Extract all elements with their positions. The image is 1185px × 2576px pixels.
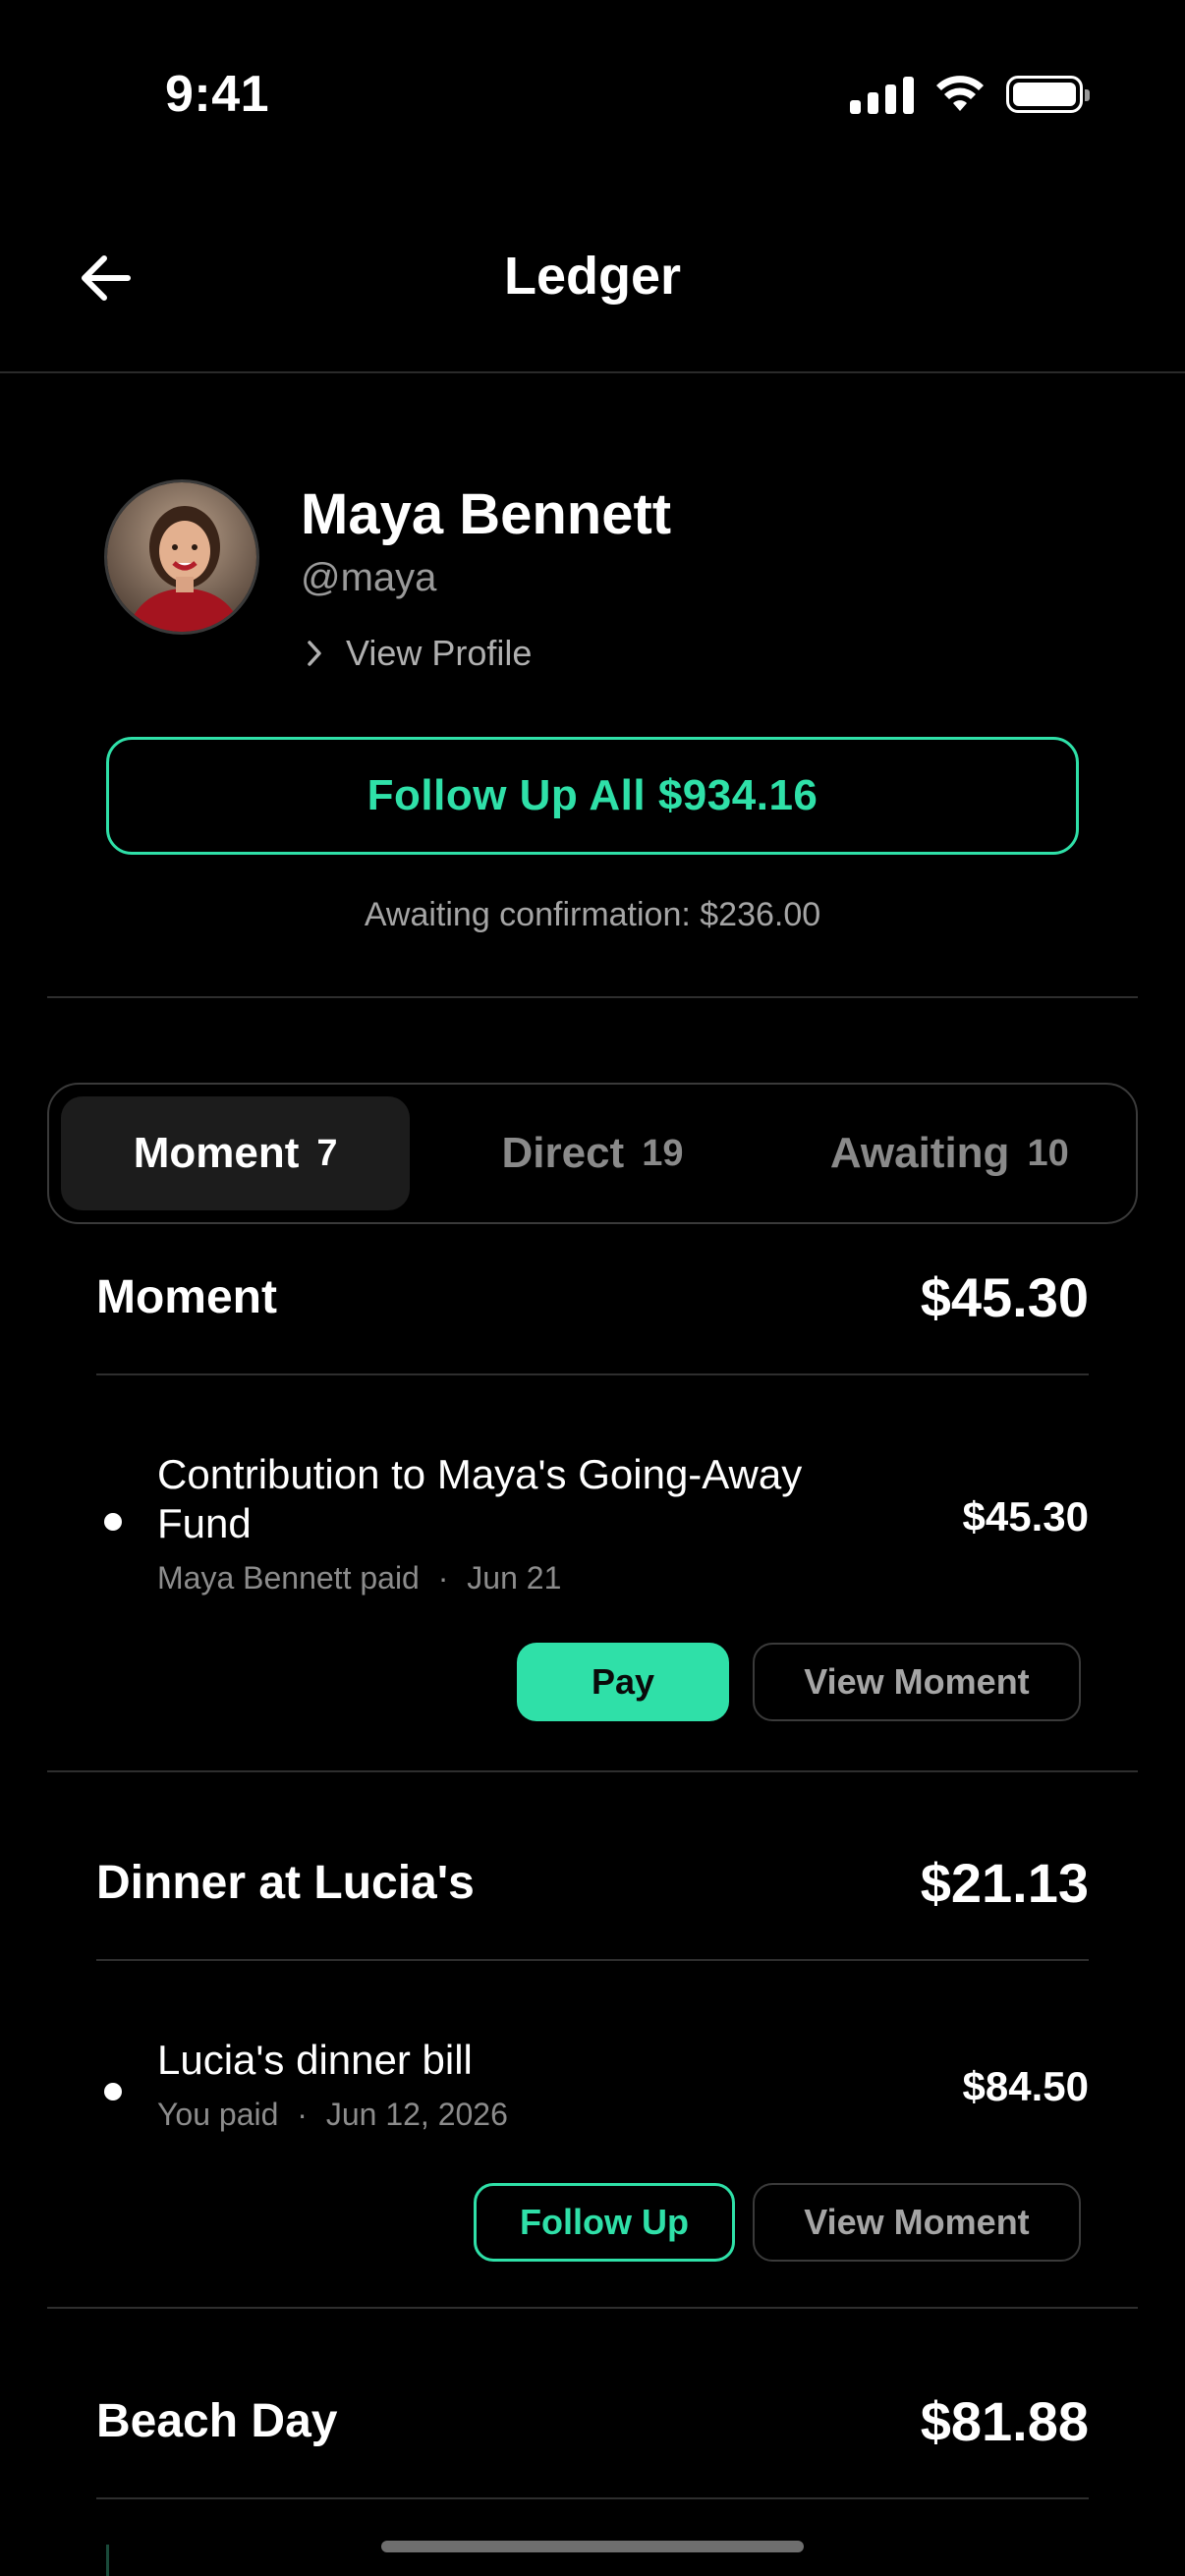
- profile-handle: @maya: [301, 556, 437, 599]
- item-payer: Maya Bennett paid: [157, 1560, 420, 1596]
- moment-group: Dinner at Lucia's $21.13 Lucia's dinner …: [47, 1843, 1138, 2305]
- divider: [47, 996, 1138, 998]
- divider: [96, 2497, 1089, 2499]
- moment-group-amount: $21.13: [920, 1851, 1089, 1914]
- view-profile-label: View Profile: [346, 633, 533, 673]
- avatar[interactable]: [104, 479, 259, 635]
- chevron-right-icon: [308, 641, 321, 666]
- moment-group-amount: $45.30: [920, 1265, 1089, 1328]
- tab-count: 7: [316, 1132, 338, 1174]
- item-meta: Maya Bennett paid · Jun 21: [157, 1560, 562, 1596]
- tab-label: Awaiting: [829, 1129, 1010, 1177]
- moment-group-title: Dinner at Lucia's: [96, 1856, 475, 1909]
- tab-awaiting[interactable]: Awaiting 10: [775, 1096, 1124, 1210]
- item-date: Jun 21: [467, 1560, 562, 1596]
- bullet-icon: [104, 2083, 122, 2100]
- follow-up-button[interactable]: Follow Up: [474, 2183, 735, 2262]
- tab-label: Moment: [133, 1129, 300, 1177]
- home-indicator[interactable]: [381, 2541, 804, 2552]
- view-profile-link[interactable]: View Profile: [307, 633, 532, 674]
- tab-moment[interactable]: Moment 7: [61, 1096, 411, 1210]
- divider: [47, 2307, 1138, 2309]
- page-title: Ledger: [503, 247, 682, 306]
- moment-group-amount: $81.88: [920, 2389, 1089, 2452]
- profile-name: Maya Bennett: [301, 482, 672, 546]
- pay-button[interactable]: Pay: [517, 1643, 729, 1721]
- item-title: Contribution to Maya's Going-Away: [157, 1451, 803, 1497]
- divider: [96, 1373, 1089, 1375]
- status-bar: 9:41: [0, 0, 1185, 147]
- moment-group: Moment $45.30 Contribution to Maya's Goi…: [47, 1258, 1138, 1768]
- tab-label: Direct: [501, 1129, 625, 1177]
- item-title: Lucia's dinner bill: [157, 2037, 473, 2083]
- moment-group-title: Moment: [96, 1270, 277, 1323]
- item-date: Jun 12, 2026: [325, 2097, 508, 2132]
- status-time: 9:41: [165, 66, 270, 123]
- moment-group-title: Beach Day: [96, 2394, 338, 2447]
- nav-header: Ledger: [0, 196, 1185, 373]
- divider: [96, 1959, 1089, 1961]
- list-item[interactable]: Lucia's dinner bill You paid · Jun 12, 2…: [96, 2036, 1089, 2271]
- item-meta: You paid · Jun 12, 2026: [157, 2097, 508, 2132]
- list-item[interactable]: Contribution to Maya's Going-Away Fund M…: [96, 1450, 1089, 1721]
- view-moment-button[interactable]: View Moment: [753, 2183, 1081, 2262]
- wifi-icon: [936, 76, 984, 111]
- ledger-tabs: Moment 7 Direct 19 Awaiting 10: [47, 1083, 1138, 1224]
- divider: [47, 1770, 1138, 1772]
- timeline-line: [106, 2545, 109, 2576]
- follow-up-all-button[interactable]: Follow Up All $934.16: [106, 737, 1079, 855]
- item-title: Fund: [157, 1500, 252, 1546]
- status-icons: [850, 75, 1090, 114]
- tab-count: 10: [1027, 1132, 1069, 1174]
- item-amount: $45.30: [962, 1493, 1089, 1540]
- bullet-icon: [104, 1513, 122, 1531]
- view-moment-button[interactable]: View Moment: [753, 1643, 1081, 1721]
- awaiting-confirmation-note: Awaiting confirmation: $236.00: [364, 896, 821, 933]
- tab-direct[interactable]: Direct 19: [418, 1096, 766, 1210]
- battery-icon: [1006, 76, 1090, 113]
- tab-count: 19: [642, 1132, 684, 1174]
- cellular-signal-icon: [850, 75, 914, 114]
- item-amount: $84.50: [962, 2063, 1089, 2109]
- item-payer: You paid: [157, 2097, 279, 2132]
